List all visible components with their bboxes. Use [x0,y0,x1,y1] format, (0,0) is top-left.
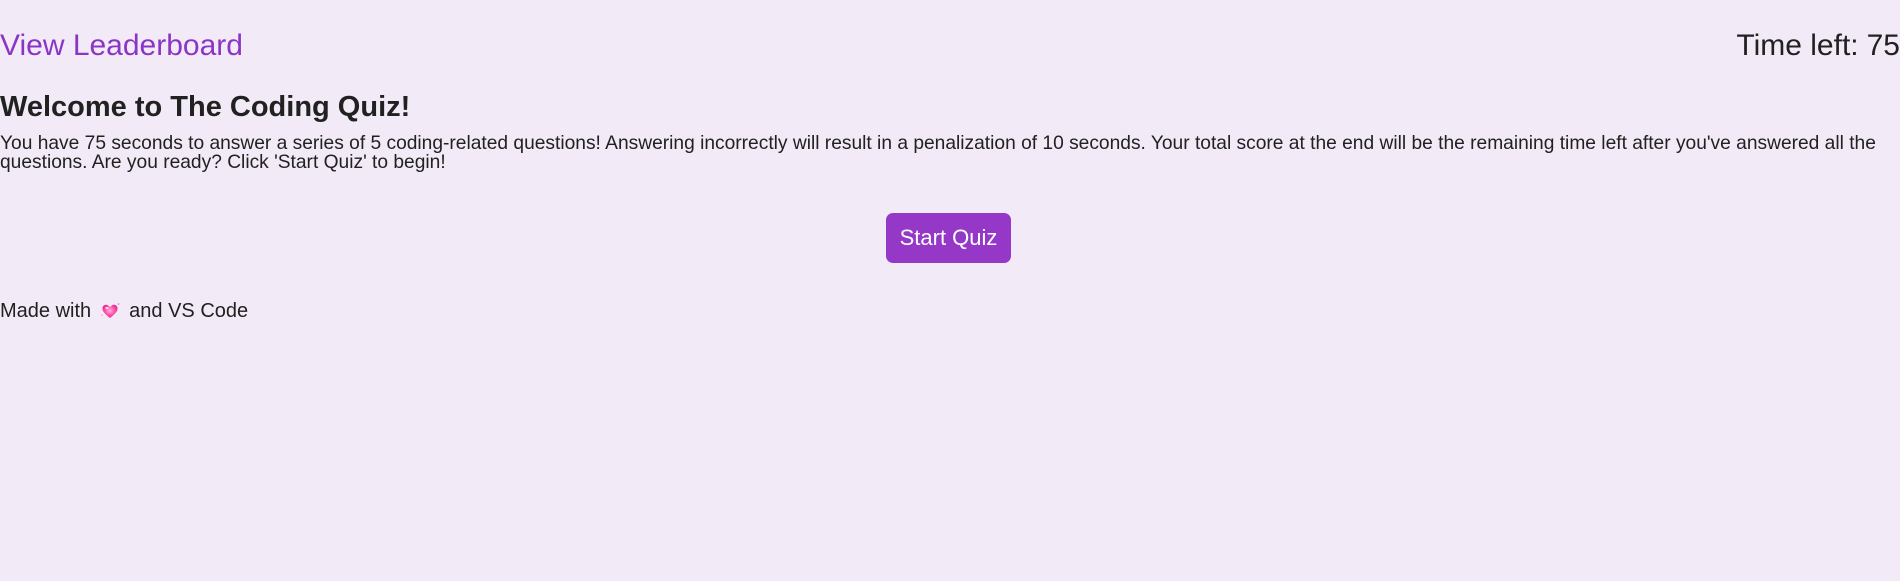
quiz-instructions: You have 75 seconds to answer a series o… [0,133,1876,173]
timer-value: 75 [1866,29,1900,62]
footer: Made with and VS Code [0,298,248,324]
sparkling-heart-icon [99,300,121,322]
header: View Leaderboard Time left: 75 [0,26,1900,66]
heart-shape [101,303,120,318]
timer-label: Time left: [1736,29,1859,62]
footer-text-before: Made with [0,300,92,322]
footer-text-after: and VS Code [129,300,249,322]
view-leaderboard-link[interactable]: View Leaderboard [0,26,243,66]
timer: Time left: 75 [1736,26,1900,66]
page-title: Welcome to The Coding Quiz! [0,91,411,123]
start-quiz-button[interactable]: Start Quiz [886,213,1011,263]
